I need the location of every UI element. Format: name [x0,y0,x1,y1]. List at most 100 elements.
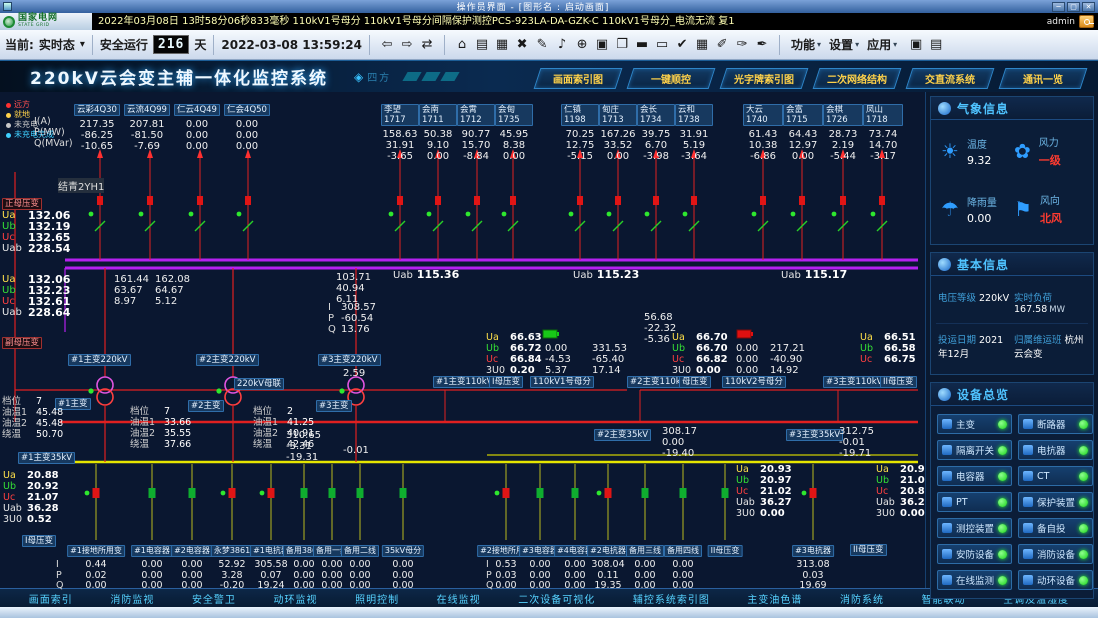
tag-vt110-2[interactable]: 母压变 [679,376,711,388]
bottom-nav-item[interactable]: 主变油色谱 [747,591,802,606]
bottom-nav-item[interactable]: 安全警卫 [192,591,236,606]
toolbar-menu[interactable]: 设置▾ [825,36,863,53]
toolbar-icon[interactable]: ✐ [712,35,732,55]
toolbar-icon[interactable]: ❐ [612,35,632,55]
bottom-nav-item[interactable]: 辅控系统索引图 [633,591,710,606]
login-key-button[interactable] [1079,15,1094,28]
toolbar-icon[interactable]: ♪ [552,35,572,55]
feeder-name-tag[interactable]: 凤山1718 [863,104,903,126]
tag-t1-220[interactable]: #1主变220kV [68,354,131,366]
toolbar-nav-icon[interactable]: ⇦ [377,35,397,55]
header-tab[interactable]: 交直流系统 [906,68,995,89]
tag-jieqing[interactable]: 结青2YH1 [58,178,104,193]
feeder35-name-tag[interactable]: II母压变 [708,545,743,557]
feeder-name-tag[interactable]: 甸庄1713 [599,104,637,126]
feeder-name-tag[interactable]: 仁云4Q49 [174,104,220,116]
bottom-nav-item[interactable]: 画面索引 [29,591,73,606]
feeder-name-tag[interactable]: 李望1717 [381,104,419,126]
alarm-message[interactable]: 2022年03月08日 13时58分06秒833毫秒 110kV1号母分 110… [92,13,1043,30]
feeder35-name-tag[interactable]: 备用三线 [626,545,664,557]
toolbar-tail-icon[interactable]: ▣ [906,35,926,55]
tag-t3-220[interactable]: #3主变220kV [318,354,381,366]
feeder-name-tag[interactable]: 云彩4Q30 [74,104,120,116]
feeder35-name-tag[interactable]: 备用四线 [664,545,702,557]
tag-t1-35[interactable]: #1主变35kV [18,452,75,464]
tag-t3[interactable]: #3主变 [316,400,352,412]
tag-t2-220[interactable]: #2主变220kV [196,354,259,366]
feeder-name-tag[interactable]: 大云1740 [743,104,783,126]
bottom-nav-item[interactable]: 二次设备可视化 [518,591,595,606]
toolbar-icon[interactable]: ✔ [672,35,692,55]
feeder35-name-tag[interactable]: #3电抗器 [792,545,834,557]
device-button[interactable]: 保护装置 [1018,492,1093,512]
feeder-name-tag[interactable]: 会长1734 [637,104,675,126]
toolbar-icon[interactable]: ✑ [732,35,752,55]
toolbar-nav-icon[interactable]: ⇨ [397,35,417,55]
toolbar-icon[interactable]: ✖ [512,35,532,55]
toolbar-icon[interactable]: ▬ [632,35,652,55]
feeder-name-tag[interactable]: 会南1711 [419,104,457,126]
maximize-button[interactable]: ▢ [1067,2,1080,12]
tag-vt110-3[interactable]: II母压变 [880,376,917,388]
header-tab[interactable]: 通讯一览 [999,68,1088,89]
device-button[interactable]: 测控装置 [937,518,1012,538]
device-button[interactable]: 电容器 [937,466,1012,486]
device-button[interactable]: 安防设备 [937,544,1012,564]
tag-vt110-1[interactable]: I母压变 [489,376,523,388]
header-tab[interactable]: 画面索引图 [534,68,623,89]
mode-select[interactable]: 实时态 [39,36,75,53]
close-button[interactable]: ✕ [1082,2,1095,12]
toolbar-icon[interactable]: ▣ [592,35,612,55]
bottom-nav-item[interactable]: 照明控制 [355,591,399,606]
toolbar-icon[interactable]: ✎ [532,35,552,55]
feeder35-name-tag[interactable]: #2电抗器 [587,545,629,557]
feeder-name-tag[interactable]: 会富1715 [783,104,823,126]
device-button[interactable]: 断路器 [1018,414,1093,434]
device-button[interactable]: 动环设备 [1018,570,1093,590]
toolbar-icon[interactable]: ▦ [492,35,512,55]
bottom-nav-item[interactable]: 消防系统 [840,591,884,606]
bottom-nav-item[interactable]: 动环监视 [274,591,318,606]
device-button[interactable]: 电抗器 [1018,440,1093,460]
feeder-name-tag[interactable]: 会甸1735 [495,104,533,126]
feeder-name-tag[interactable]: 会棋1726 [823,104,863,126]
header-tab[interactable]: 二次网络结构 [813,68,902,89]
toolbar-icon[interactable]: ▭ [652,35,672,55]
toolbar-icon[interactable]: ⌂ [452,35,472,55]
tag-t2[interactable]: #2主变 [188,400,224,412]
toolbar-icon[interactable]: ▦ [692,35,712,55]
feeder-name-tag[interactable]: 云和1738 [675,104,713,126]
toolbar-icon[interactable]: ▤ [472,35,492,55]
bottom-nav-item[interactable]: 在线监视 [437,591,481,606]
tag-t2-35[interactable]: #2主变35kV [594,429,651,441]
tag-t3-35[interactable]: #3主变35kV [786,429,843,441]
tag-t1-110[interactable]: #1主变110kV [433,376,496,388]
device-button[interactable]: 主变 [937,414,1012,434]
device-button[interactable]: PT [937,492,1012,512]
tag-bus-coupler[interactable]: 220kV母联 [234,378,284,390]
toolbar-menu[interactable]: 应用▾ [863,36,901,53]
toolbar-icon[interactable]: ⊕ [572,35,592,55]
tag-110-bus-tie-2[interactable]: 110kV2号母分 [722,376,786,388]
feeder-name-tag[interactable]: 仁会4Q50 [224,104,270,116]
device-button[interactable]: 备自投 [1018,518,1093,538]
device-button[interactable]: 消防设备 [1018,544,1093,564]
device-button[interactable]: 隔离开关 [937,440,1012,460]
tag-t3-110[interactable]: #3主变110kV [823,376,886,388]
feeder-name-tag[interactable]: 会霄1712 [457,104,495,126]
feeder-name-tag[interactable]: 仁镇1198 [561,104,599,126]
toolbar-nav-icon[interactable]: ⇄ [417,35,437,55]
header-tab[interactable]: 一键顺控 [627,68,716,89]
tag-110-bus-tie-1[interactable]: 110kV1号母分 [530,376,594,388]
tag-aux-bus-vt[interactable]: 副母压变 [2,337,42,349]
minimize-button[interactable]: ─ [1052,2,1065,12]
feeder-name-tag[interactable]: 云流4Q99 [124,104,170,116]
header-tab[interactable]: 光字牌索引图 [720,68,809,89]
toolbar-icon[interactable]: ✒ [752,35,772,55]
toolbar-menu[interactable]: 功能▾ [787,36,825,53]
device-button[interactable]: CT [1018,466,1093,486]
weather-item-value: 0.00 [967,212,997,225]
device-button[interactable]: 在线监测 [937,570,1012,590]
toolbar-tail-icon[interactable]: ▤ [926,35,946,55]
bottom-nav-item[interactable]: 消防监视 [110,591,154,606]
